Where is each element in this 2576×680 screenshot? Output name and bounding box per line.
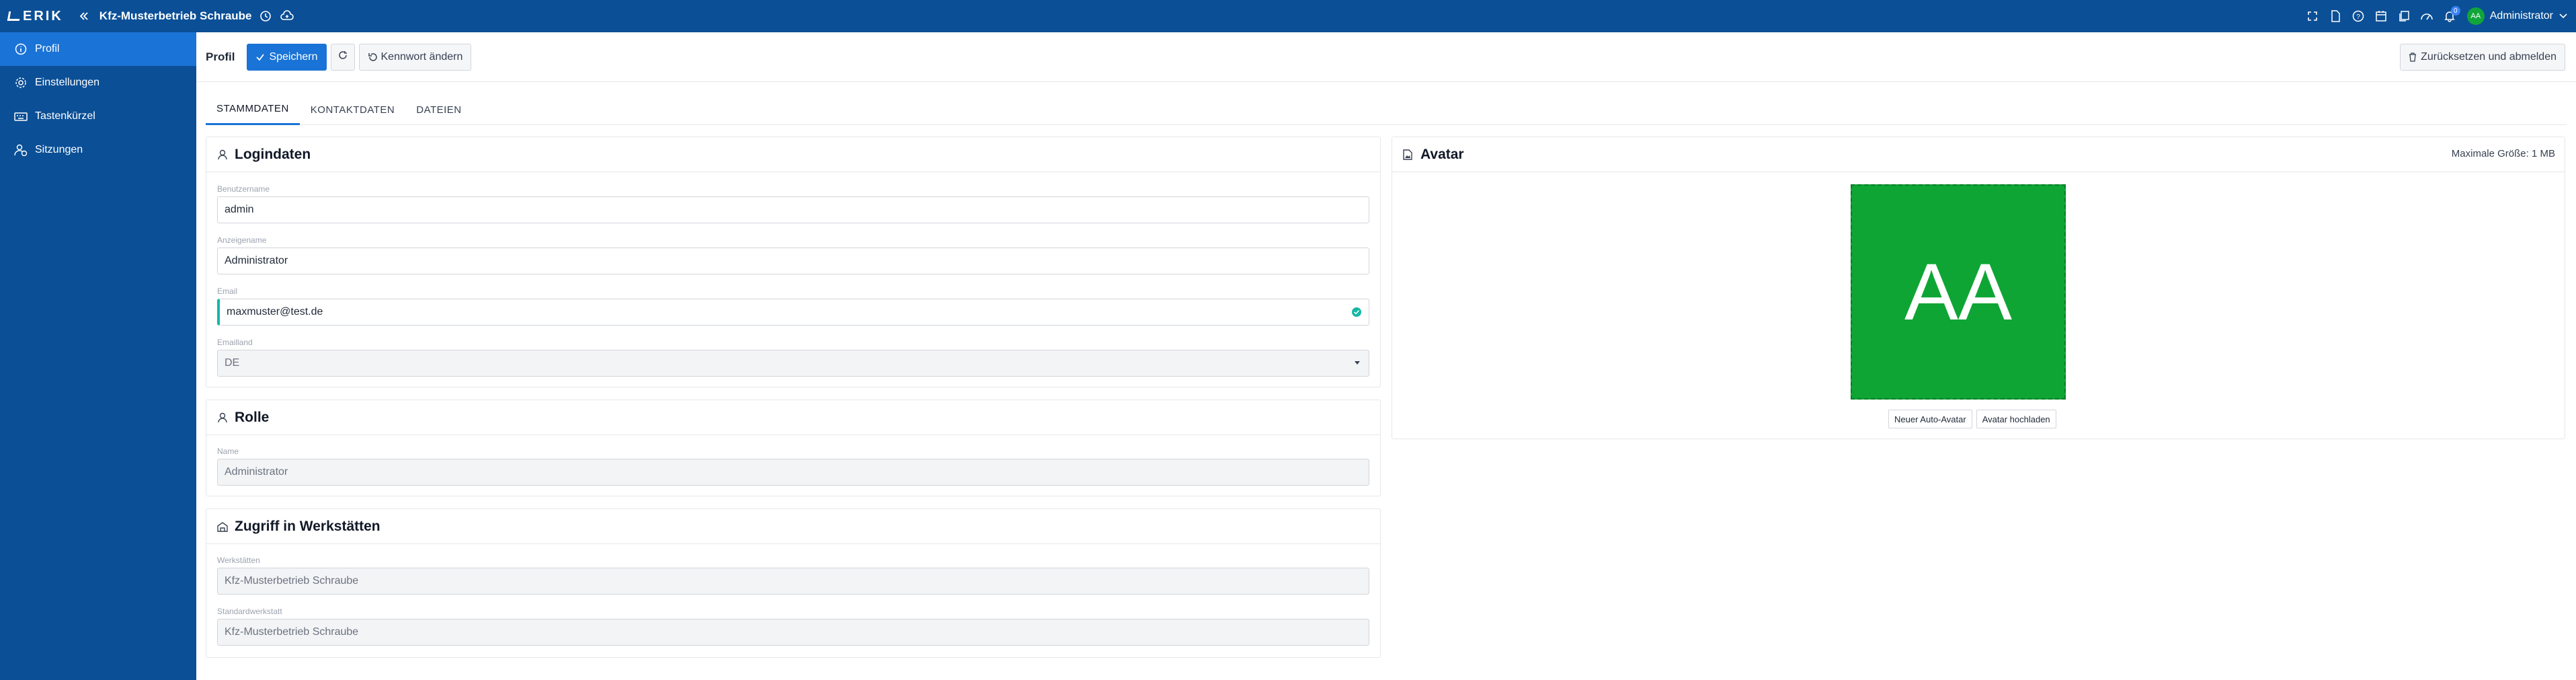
sidebar-item-label: Tastenkürzel [35,110,95,122]
trash-icon [2409,52,2417,62]
tab-stammdaten[interactable]: STAMMDATEN [206,94,300,125]
change-password-label: Kennwort ändern [380,50,463,63]
document-icon[interactable] [2327,8,2343,24]
user-name: Administrator [2489,10,2553,22]
help-icon[interactable]: ? [2350,8,2366,24]
username-label: Benutzername [217,184,270,194]
collapse-sidebar-icon[interactable] [77,9,91,24]
save-button[interactable]: Speichern [247,43,327,71]
workshops-card-header: Zugriff in Werkstätten [206,509,1380,544]
speedometer-icon[interactable] [2419,8,2435,24]
tab-kontaktdaten[interactable]: KONTAKTDATEN [300,94,405,125]
sidebar-item-einstellungen[interactable]: Einstellungen [0,66,196,100]
email-country-value: DE [225,357,240,369]
login-card-header: Logindaten [206,137,1380,172]
refresh-icon [338,50,348,63]
sidebar-item-label: Einstellungen [35,77,100,88]
default-workshop-input: Kfz-Musterbetrieb Schraube [217,619,1369,646]
sidebar: Profil Einstellungen Tastenkürzel Sitzun… [0,32,196,680]
avatar-preview[interactable]: AA [1851,184,2066,400]
workshops-label: Werkstätten [217,556,260,565]
role-name-field: Name Administrator [217,447,1369,486]
reset-logout-button[interactable]: Zurücksetzen und abmelden [2400,44,2565,71]
role-name-label: Name [217,447,239,456]
tab-dateien[interactable]: DATEIEN [405,94,472,125]
role-card-title: Rolle [235,409,270,425]
sidebar-item-profil[interactable]: Profil [0,32,196,66]
avatar-actions: Neuer Auto-Avatar Avatar hochladen [1888,410,2060,428]
workshops-input: Kfz-Musterbetrieb Schraube [217,568,1369,595]
workshops-card: Zugriff in Werkstätten Werkstätten Kfz-M… [206,508,1381,658]
notification-count-badge: 0 [2450,6,2460,15]
calendar-icon[interactable] [2373,8,2389,24]
dropdown-caret-icon [1353,358,1362,371]
history-icon[interactable] [257,8,274,24]
image-file-icon [1403,149,1415,161]
sidebar-item-tastenkuerzel[interactable]: Tastenkürzel [0,100,196,133]
avatar-card: Avatar Maximale Größe: 1 MB AA Neuer Aut… [1392,137,2565,439]
logo-text: ERIK [23,8,63,24]
email-country-label: Emailland [217,338,253,347]
sessions-icon [13,143,28,157]
undo-icon [368,52,377,62]
user-icon [217,149,229,161]
toolbar: Profil Speichern Kennwort ändern Zurücks… [196,32,2576,82]
display-name-label: Anzeigename [217,235,267,245]
login-card-title: Logindaten [235,146,311,162]
user-menu[interactable]: AA Administrator [2466,7,2568,25]
sidebar-item-label: Sitzungen [35,144,83,155]
default-workshop-label: Standardwerkstatt [217,607,282,616]
page-title: Profil [206,50,235,63]
email-field: Email maxmuster@test.de [217,287,1369,326]
top-bar: ERIK Kfz-Musterbetrieb Schraube ? 0 AA A… [0,0,2576,32]
shop-title[interactable]: Kfz-Musterbetrieb Schraube [99,9,252,23]
gear-icon [13,75,28,90]
logo-mark-icon [7,11,22,21]
check-icon [255,52,265,62]
info-icon [13,42,28,56]
username-input[interactable]: admin [217,196,1369,223]
role-card-header: Rolle [206,400,1380,435]
change-password-button[interactable]: Kennwort ändern [358,43,472,71]
display-name-input[interactable]: Administrator [217,248,1369,274]
email-country-select[interactable]: DE [217,350,1369,377]
tab-bar: STAMMDATEN KONTAKTDATEN DATEIEN [206,94,2567,125]
copy-icon[interactable] [2396,8,2412,24]
sidebar-item-sitzungen[interactable]: Sitzungen [0,133,196,167]
avatar-max-size: Maximale Größe: 1 MB [2451,148,2555,159]
email-value: maxmuster@test.de [227,306,323,317]
cloud-sync-icon[interactable] [279,8,295,24]
username-field: Benutzername admin [217,184,1369,223]
new-auto-avatar-button[interactable]: Neuer Auto-Avatar [1888,410,1972,428]
avatar-initials: AA [1904,247,2013,337]
user-icon [217,412,229,424]
default-workshop-field: Standardwerkstatt Kfz-Musterbetrieb Schr… [217,607,1369,646]
sidebar-item-label: Profil [35,43,60,54]
workshops-field: Werkstätten Kfz-Musterbetrieb Schraube [217,556,1369,595]
keyboard-icon [13,109,28,124]
chevron-down-icon [2559,13,2567,19]
app-logo[interactable]: ERIK [7,8,63,24]
reset-logout-label: Zurücksetzen und abmelden [2421,51,2557,63]
role-card: Rolle Name Administrator [206,400,1381,496]
svg-text:?: ? [2356,13,2360,21]
fullscreen-icon[interactable] [2304,8,2321,24]
refresh-button[interactable] [330,43,355,71]
notifications-bell-icon[interactable]: 0 [2442,6,2460,24]
email-country-field: Emailland DE [217,338,1369,377]
avatar-card-header: Avatar Maximale Größe: 1 MB [1392,137,2565,172]
user-avatar: AA [2466,7,2485,25]
email-input[interactable]: maxmuster@test.de [217,299,1369,326]
save-button-label: Speichern [269,50,318,63]
valid-check-icon [1351,307,1362,321]
upload-avatar-button[interactable]: Avatar hochladen [1976,410,2056,428]
top-right-actions: ? 0 AA Administrator [2298,0,2568,32]
email-label: Email [217,287,238,296]
workshops-card-title: Zugriff in Werkstätten [235,518,380,534]
avatar-card-title: Avatar [1420,146,1464,162]
role-name-input: Administrator [217,459,1369,486]
display-name-field: Anzeigename Administrator [217,235,1369,274]
login-card: Logindaten Benutzername admin Anzeigenam… [206,137,1381,387]
building-icon [217,521,229,533]
